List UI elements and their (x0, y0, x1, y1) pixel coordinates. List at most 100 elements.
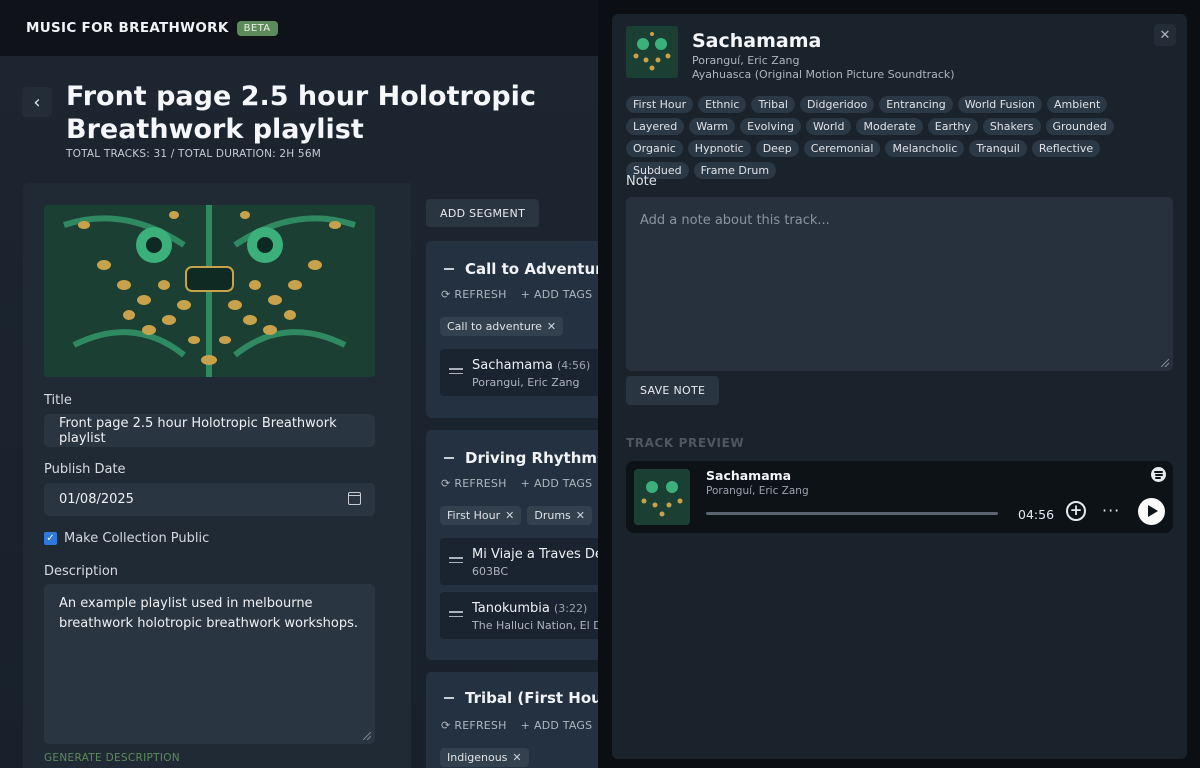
resize-handle-icon[interactable] (1161, 359, 1169, 367)
track-tag[interactable]: Warm (689, 118, 736, 135)
segment-title[interactable]: Call to Adventure (444, 260, 613, 278)
remove-tag-icon[interactable]: ✕ (576, 509, 585, 522)
add-tags-button[interactable]: + ADD TAGS (521, 477, 593, 490)
add-tags-button[interactable]: + ADD TAGS (521, 288, 593, 301)
track-tag[interactable]: Tranquil (969, 140, 1027, 157)
description-label: Description (44, 564, 119, 579)
track-tag[interactable]: Moderate (856, 118, 923, 135)
track-preview-heading: TRACK PREVIEW (626, 436, 745, 450)
track-cover-image (626, 26, 678, 78)
jaguar-artwork (44, 205, 375, 377)
track-artist: Poranguí, Eric Zang (692, 54, 800, 67)
track-name: Mi Viaje a Traves De l (472, 547, 611, 562)
collapse-icon[interactable] (444, 268, 454, 270)
track-tag[interactable]: World (805, 118, 852, 135)
track-tag[interactable]: Reflective (1031, 140, 1101, 157)
publish-date-value: 01/08/2025 (59, 492, 134, 507)
player-track-title[interactable]: Sachamama (706, 468, 791, 483)
track-tag[interactable]: Evolving (740, 118, 801, 135)
calendar-icon[interactable] (348, 492, 361, 505)
save-note-button[interactable]: SAVE NOTE (626, 376, 720, 405)
track-tag[interactable]: Grounded (1045, 118, 1114, 135)
more-options-button[interactable]: ··· (1102, 501, 1120, 520)
back-button[interactable]: ‹ (22, 87, 52, 117)
segment-title-text: Call to Adventure (465, 260, 613, 278)
segment-title-text: Tribal (First Hour) (465, 689, 617, 707)
track-tag[interactable]: Tribal (751, 96, 795, 113)
track-details-drawer: Sachamama Poranguí, Eric Zang Ayahuasca … (598, 0, 1200, 768)
track-tag[interactable]: Deep (755, 140, 799, 157)
tag-chip[interactable]: Drums ✕ (527, 506, 593, 525)
track-time: 04:56 (1018, 507, 1055, 522)
player-cover-image (634, 469, 690, 525)
segment-chips: First Hour ✕ Drums ✕ (440, 506, 593, 525)
cover-image[interactable] (44, 205, 375, 377)
track-tag[interactable]: Melancholic (885, 140, 965, 157)
track-tag[interactable]: Ethnic (698, 96, 747, 113)
remove-tag-icon[interactable]: ✕ (505, 509, 514, 522)
tag-chip[interactable]: Indigenous ✕ (440, 748, 529, 767)
track-artist: Porangui, Eric Zang (472, 376, 580, 389)
track-tag[interactable]: Frame Drum (693, 162, 777, 179)
refresh-button[interactable]: ⟳ REFRESH (441, 477, 507, 490)
segment-chips: Indigenous ✕ (440, 748, 529, 767)
track-duration: (4:56) (556, 359, 591, 372)
track-artist: 603BC (472, 565, 509, 578)
drag-handle-icon[interactable] (449, 368, 463, 377)
page-title: Front page 2.5 hour Holotropic Breathwor… (66, 81, 536, 145)
track-tag[interactable]: Earthy (927, 118, 978, 135)
segment-actions: ⟳ REFRESH + ADD TAGS (441, 288, 592, 301)
collapse-icon[interactable] (444, 697, 454, 699)
note-textarea[interactable]: Add a note about this track... (626, 197, 1173, 371)
description-text: An example playlist used in melbourne br… (59, 596, 358, 631)
track-duration: (3:22) (553, 602, 588, 615)
track-tag[interactable]: Organic (626, 140, 683, 157)
collapse-icon[interactable] (444, 457, 454, 459)
track-name: Tanokumbia (472, 601, 550, 616)
segment-actions: ⟳ REFRESH + ADD TAGS (441, 477, 592, 490)
track-tag[interactable]: Ceremonial (803, 140, 881, 157)
brand-logo[interactable]: MUSIC FOR BREATHWORK (26, 20, 229, 36)
track-tag[interactable]: Entrancing (879, 96, 953, 113)
jaguar-thumbnail (634, 469, 690, 525)
public-toggle-row[interactable]: ✓ Make Collection Public (44, 531, 209, 546)
resize-handle-icon[interactable] (363, 732, 371, 740)
description-textarea[interactable]: An example playlist used in melbourne br… (44, 584, 375, 744)
player-track-artist[interactable]: Poranguí, Eric Zang (706, 485, 809, 497)
track-tag[interactable]: Layered (626, 118, 685, 135)
progress-bar[interactable] (706, 512, 998, 515)
segment-actions: ⟳ REFRESH + ADD TAGS (441, 719, 592, 732)
add-tags-button[interactable]: + ADD TAGS (521, 719, 593, 732)
title-input[interactable]: Front page 2.5 hour Holotropic Breathwor… (44, 414, 375, 447)
track-title: Sachamama (692, 30, 822, 52)
play-button[interactable] (1138, 498, 1165, 525)
public-checkbox[interactable]: ✓ (44, 532, 57, 545)
track-tag[interactable]: Ambient (1046, 96, 1108, 113)
more-icon: ··· (1102, 501, 1121, 520)
track-artist: The Halluci Nation, El Dus (472, 619, 615, 632)
add-to-library-button[interactable]: + (1066, 501, 1086, 521)
remove-tag-icon[interactable]: ✕ (547, 320, 556, 333)
refresh-button[interactable]: ⟳ REFRESH (441, 719, 507, 732)
track-tag[interactable]: Didgeridoo (799, 96, 875, 113)
add-segment-button[interactable]: ADD SEGMENT (426, 199, 540, 227)
generate-description-button[interactable]: GENERATE DESCRIPTION (44, 752, 180, 764)
spotify-player: Sachamama Poranguí, Eric Zang 04:56 + ··… (626, 461, 1173, 533)
drag-handle-icon[interactable] (449, 557, 463, 566)
segment-title[interactable]: Tribal (First Hour) (444, 689, 616, 707)
track-tags: First Hour Ethnic Tribal Didgeridoo Entranci… (626, 96, 1166, 179)
tag-chip[interactable]: First Hour ✕ (440, 506, 522, 525)
close-icon: ✕ (1159, 27, 1171, 43)
refresh-icon: ⟳ (441, 477, 451, 490)
refresh-button[interactable]: ⟳ REFRESH (441, 288, 507, 301)
drag-handle-icon[interactable] (449, 611, 463, 620)
tag-chip[interactable]: Call to adventure ✕ (440, 317, 564, 336)
track-tag[interactable]: First Hour (626, 96, 694, 113)
spotify-icon[interactable] (1151, 467, 1166, 482)
publish-date-input[interactable]: 01/08/2025 (44, 483, 375, 516)
track-tag[interactable]: World Fusion (957, 96, 1042, 113)
track-tag[interactable]: Shakers (982, 118, 1041, 135)
track-tag[interactable]: Hypnotic (687, 140, 751, 157)
close-button[interactable]: ✕ (1154, 24, 1176, 46)
remove-tag-icon[interactable]: ✕ (512, 751, 521, 764)
